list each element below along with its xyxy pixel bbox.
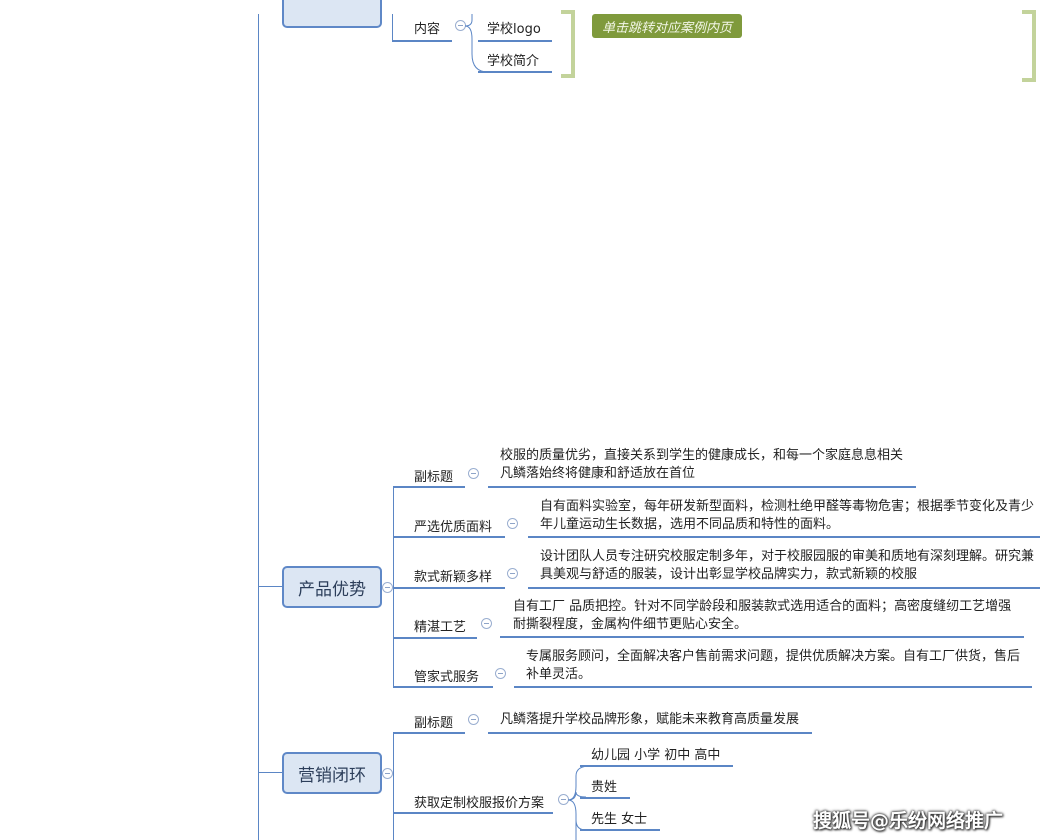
product-subtitle-label[interactable]: 副标题 (414, 466, 453, 485)
content-label: 内容 (414, 22, 441, 37)
style-text-2: 具美观与舒适的服装，设计出彰显学校品牌实力，款式新颖的校服 (540, 567, 918, 582)
watermark: 搜狐号@乐纷网络推广 (813, 810, 1004, 832)
fabric-underline (393, 536, 505, 538)
quote-label[interactable]: 获取定制校服报价方案 (414, 792, 544, 811)
marketing-subtitle-text-underline (488, 732, 812, 734)
craft-text-1: 自有工厂 品质把控。针对不同学龄段和服装款式选用适合的面料；高密度缝纫工艺增强 (513, 599, 1012, 614)
fabric-label[interactable]: 严选优质面料 (414, 516, 492, 535)
callout-bracket (1022, 10, 1036, 82)
marketing-node[interactable]: 营销闭环 (282, 752, 382, 794)
product-node[interactable]: 产品优势 (282, 566, 382, 608)
service-underline (393, 686, 493, 688)
style-text-underline (528, 587, 1040, 589)
top-branch-line (392, 14, 393, 42)
marketing-subtitle-collapse-icon[interactable] (468, 714, 479, 725)
trunk-line (258, 14, 259, 840)
marketing-subtitle-label[interactable]: 副标题 (414, 712, 453, 731)
item-bracket (561, 10, 575, 78)
marketing-subtitle-underline (393, 732, 465, 734)
content-underline (392, 40, 452, 42)
marketing-collapse-icon[interactable] (382, 768, 393, 779)
style-label[interactable]: 款式新颖多样 (414, 566, 492, 585)
quote-item-grade[interactable]: 幼儿园 小学 初中 高中 (591, 744, 720, 763)
fabric-text-underline (528, 536, 1040, 538)
product-subtitle-text-underline (488, 486, 916, 488)
quote-item-title[interactable]: 先生 女士 (591, 808, 647, 827)
top-partial-node[interactable] (282, 0, 382, 28)
marketing-subtitle-text: 凡鳞落提升学校品牌形象，赋能未来教育高质量发展 (500, 712, 800, 727)
quote-underline (393, 812, 553, 814)
fabric-collapse-icon[interactable] (507, 518, 518, 529)
item-school-logo[interactable]: 学校logo (487, 18, 541, 37)
fabric-text-2: 年儿童运动生长数据，选用不同品质和特性的面料。 (540, 517, 840, 532)
product-subtitle-collapse-icon[interactable] (468, 468, 479, 479)
fabric-text-1: 自有面料实验室，每年研发新型面料，检测杜绝甲醛等毒物危害；根据季节变化及青少 (540, 499, 1035, 514)
service-text-underline (514, 686, 1032, 688)
service-collapse-icon[interactable] (495, 668, 506, 679)
trunk-to-marketing (258, 772, 282, 773)
service-label[interactable]: 管家式服务 (414, 666, 479, 685)
craft-text-underline (500, 636, 1024, 638)
trunk-to-product (258, 586, 282, 587)
service-text-1: 专属服务顾问，全面解决客户售前需求问题，提供优质解决方案。自有工厂供货，售后 (526, 649, 1021, 664)
product-subtitle-underline (393, 486, 465, 488)
quote-item-grade-underline (580, 765, 733, 767)
item-school-intro[interactable]: 学校简介 (487, 50, 539, 69)
product-subtitle-text-2: 凡鳞落始终将健康和舒适放在首位 (500, 466, 696, 481)
craft-collapse-icon[interactable] (481, 618, 492, 629)
jump-callout[interactable]: 单击跳转对应案例内页 (592, 14, 742, 38)
marketing-branch-line (393, 732, 394, 840)
product-collapse-icon[interactable] (382, 582, 393, 593)
item-school-logo-underline (478, 40, 552, 42)
craft-underline (393, 637, 477, 639)
craft-label[interactable]: 精湛工艺 (414, 616, 466, 635)
style-collapse-icon[interactable] (507, 568, 518, 579)
service-text-2: 补单灵活。 (526, 667, 592, 682)
style-text-1: 设计团队人员专注研究校服定制多年，对于校服园服的审美和质地有深刻理解。研究兼 (540, 549, 1035, 564)
quote-item-surname[interactable]: 贵姓 (591, 776, 617, 795)
product-subtitle-text-1: 校服的质量优劣，直接关系到学生的健康成长，和每一个家庭息息相关 (500, 448, 904, 463)
craft-text-2: 耐撕裂程度，金属构件细节更贴心安全。 (513, 617, 748, 632)
quote-item-surname-underline (580, 797, 630, 799)
style-underline (393, 587, 505, 589)
item-school-intro-underline (478, 71, 552, 73)
quote-item-title-underline (580, 829, 660, 831)
